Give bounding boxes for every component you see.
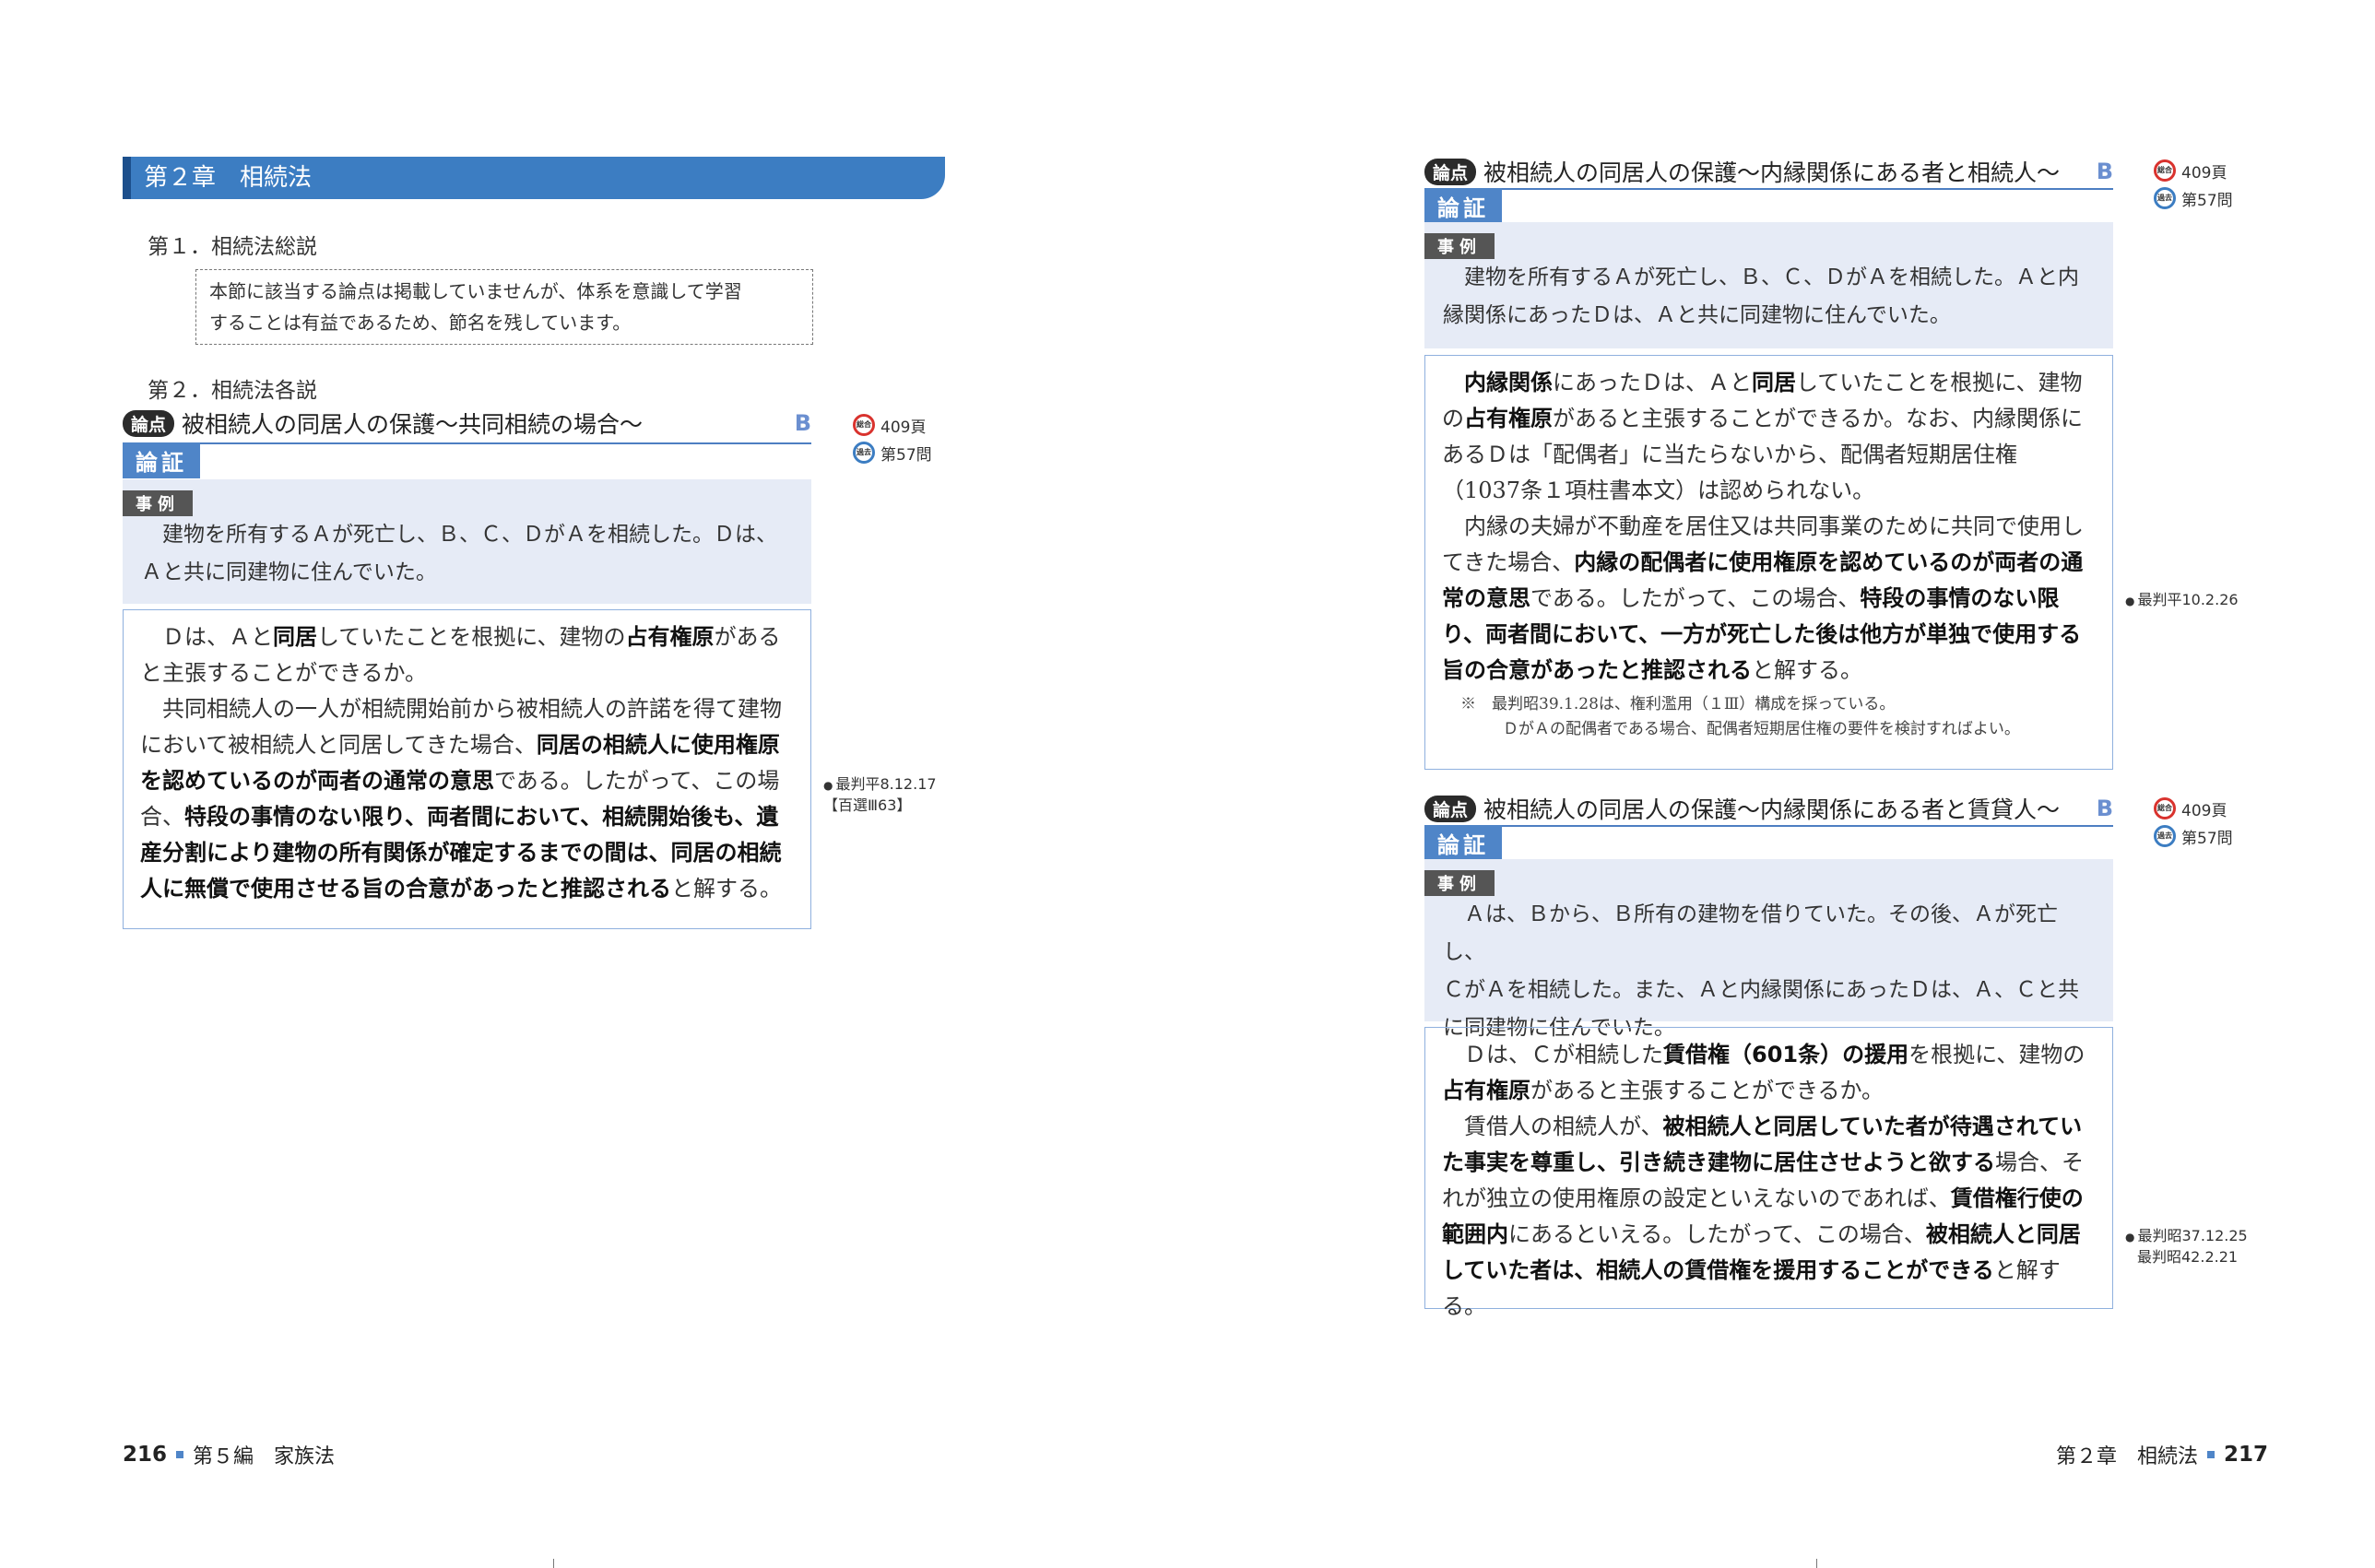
- kakomon-icon: 過去: [853, 442, 875, 464]
- ref-page: 409頁: [2181, 801, 2227, 820]
- ref-question: 第57問: [2181, 829, 2233, 848]
- page-number-left: 216: [123, 1443, 168, 1467]
- issue-3-header: 論点 被相続人の同居人の保護〜内縁関係にある者と賃貸人〜 B: [1424, 792, 2113, 825]
- ref-question: 第57問: [2181, 191, 2233, 210]
- issue-3-argument: Ｄは、Ｃが相続した賃借権（601条）の援用を根拠に、建物の占有権原があると主張す…: [1424, 1027, 2113, 1319]
- square-marker: [2207, 1451, 2215, 1458]
- left-page-footer: 216 第５編 家族法: [123, 1440, 335, 1469]
- case-line: Ａは、Ｂから、Ｂ所有の建物を借りていた。その後、Ａが死亡し、: [1443, 902, 2058, 964]
- issue-1-rank: B: [794, 410, 811, 436]
- page-number-right: 217: [2224, 1443, 2269, 1467]
- footer-part-title: 第５編 家族法: [193, 1445, 336, 1468]
- ronten-tag: 論点: [1424, 158, 1477, 185]
- jirei-label: 事例: [1424, 870, 1495, 896]
- issue-1-margin-note: ● 最判平8.12.17 【百選Ⅲ63】: [823, 775, 937, 814]
- case-line: Ａと共に同建物に住んでいた。: [141, 560, 437, 584]
- issue-3-rank: B: [2096, 796, 2113, 821]
- divider-rule: [1424, 825, 2113, 827]
- sougou-icon: 総合: [2154, 797, 2176, 819]
- issue-1-header: 論点 被相続人の同居人の保護〜共同相続の場合〜 B: [123, 407, 811, 440]
- argument-paragraph: 内縁関係にあったＤは、Ａと同居していたことを根拠に、建物の占有権原があると主張す…: [1442, 370, 2084, 503]
- ronten-tag: 論点: [1424, 795, 1477, 822]
- issue-3-margin-note: ● 最判昭37.12.25 最判昭42.2.21: [2125, 1227, 2248, 1266]
- issue-3-refs: 総合 409頁 過去 第57問: [2154, 795, 2233, 850]
- argument-paragraph: Ｄは、Ｃが相続した賃借権（601条）の援用を根拠に、建物の占有権原があると主張す…: [1442, 1042, 2086, 1103]
- chapter-banner: 第２章 相続法: [123, 157, 945, 199]
- crop-mark: [553, 1559, 554, 1568]
- ronsho-label: 論証: [1424, 188, 1502, 224]
- issue-2-case: 事例 建物を所有するＡが死亡し、Ｂ、Ｃ、ＤがＡを相続した。Ａと内 縁関係にあった…: [1424, 222, 2113, 348]
- section-1-note: 本節に該当する論点は掲載していませんが、体系を意識して学習 することは有益である…: [195, 269, 813, 345]
- ref-question: 第57問: [880, 445, 932, 465]
- right-page-footer: 第２章 相続法 217: [2056, 1440, 2268, 1469]
- argument-paragraph: 内縁の夫婦が不動産を居住又は共同事業のために共同で使用してきた場合、内縁の配偶者…: [1442, 513, 2084, 683]
- section-1-heading: 第１．相続法総説: [148, 235, 317, 259]
- issue-3-case: 事例 Ａは、Ｂから、Ｂ所有の建物を借りていた。その後、Ａが死亡し、 ＣがＡを相続…: [1424, 859, 2113, 1040]
- jirei-label: 事例: [1424, 233, 1495, 259]
- issue-2-margin-note: ● 最判平10.2.26: [2125, 591, 2239, 608]
- issue-2-refs: 総合 409頁 過去 第57問: [2154, 157, 2233, 212]
- divider-rule: [123, 442, 811, 444]
- issue-1-refs: 総合 409頁 過去 第57問: [853, 411, 932, 466]
- note-line: 本節に該当する論点は掲載していませんが、体系を意識して学習: [209, 280, 742, 302]
- issue-2-header: 論点 被相続人の同居人の保護〜内縁関係にある者と相続人〜 B: [1424, 155, 2113, 188]
- sougou-icon: 総合: [853, 414, 875, 436]
- kakomon-icon: 過去: [2154, 825, 2176, 847]
- argument-paragraph: 賃借人の相続人が、被相続人と同居していた者が待遇されていた事実を尊重し、引き続き…: [1442, 1114, 2084, 1319]
- footer-chapter-title: 第２章 相続法: [2056, 1445, 2199, 1468]
- issue-1-title: 被相続人の同居人の保護〜共同相続の場合〜: [182, 411, 644, 438]
- issue-3-title: 被相続人の同居人の保護〜内縁関係にある者と賃貸人〜: [1483, 796, 2061, 823]
- ref-page: 409頁: [2181, 163, 2227, 183]
- square-marker: [176, 1451, 184, 1458]
- case-line: ＣがＡを相続した。また、Ａと内縁関係にあったＤは、Ａ、Ｃと共: [1443, 978, 2079, 1002]
- ronsho-label: 論証: [123, 442, 200, 478]
- ref-page: 409頁: [880, 418, 927, 437]
- jirei-label: 事例: [123, 490, 193, 516]
- argument-paragraph: Ｄは、Ａと同居していたことを根拠に、建物の占有権原があると主張することができるか…: [140, 624, 781, 686]
- ronsho-label: 論証: [1424, 825, 1502, 861]
- issue-2-footnote: ※ 最判昭39.1.28は、権利濫用（１Ⅲ）構成を採っている。 ＤがＡの配偶者で…: [1460, 695, 2020, 738]
- issue-2-title: 被相続人の同居人の保護〜内縁関係にある者と相続人〜: [1483, 159, 2061, 186]
- case-line: 建物を所有するＡが死亡し、Ｂ、Ｃ、ＤがＡを相続した。Ｄは、: [162, 523, 777, 547]
- issue-2-argument: 内縁関係にあったＤは、Ａと同居していたことを根拠に、建物の占有権原があると主張す…: [1424, 355, 2113, 770]
- ronten-tag: 論点: [123, 409, 175, 437]
- sougou-icon: 総合: [2154, 159, 2176, 182]
- kakomon-icon: 過去: [2154, 187, 2176, 209]
- chapter-title: 第２章 相続法: [144, 164, 313, 192]
- argument-paragraph: 共同相続人の一人が相続開始前から被相続人の許諾を得て建物において被相続人と同居し…: [140, 696, 782, 902]
- case-line: 建物を所有するＡが死亡し、Ｂ、Ｃ、ＤがＡを相続した。Ａと内: [1464, 265, 2079, 289]
- issue-2-rank: B: [2096, 159, 2113, 184]
- section-2-heading: 第２．相続法各説: [148, 379, 317, 403]
- case-line: 縁関係にあったＤは、Ａと共に同建物に住んでいた。: [1443, 303, 1951, 327]
- issue-1-case: 事例 建物を所有するＡが死亡し、Ｂ、Ｃ、ＤがＡを相続した。Ｄは、 Ａと共に同建物…: [123, 479, 811, 604]
- divider-rule: [1424, 188, 2113, 190]
- note-line: することは有益であるため、節名を残しています。: [209, 312, 632, 334]
- crop-mark: [1816, 1559, 1817, 1568]
- issue-1-argument: Ｄは、Ａと同居していたことを根拠に、建物の占有権原があると主張することができるか…: [123, 609, 811, 929]
